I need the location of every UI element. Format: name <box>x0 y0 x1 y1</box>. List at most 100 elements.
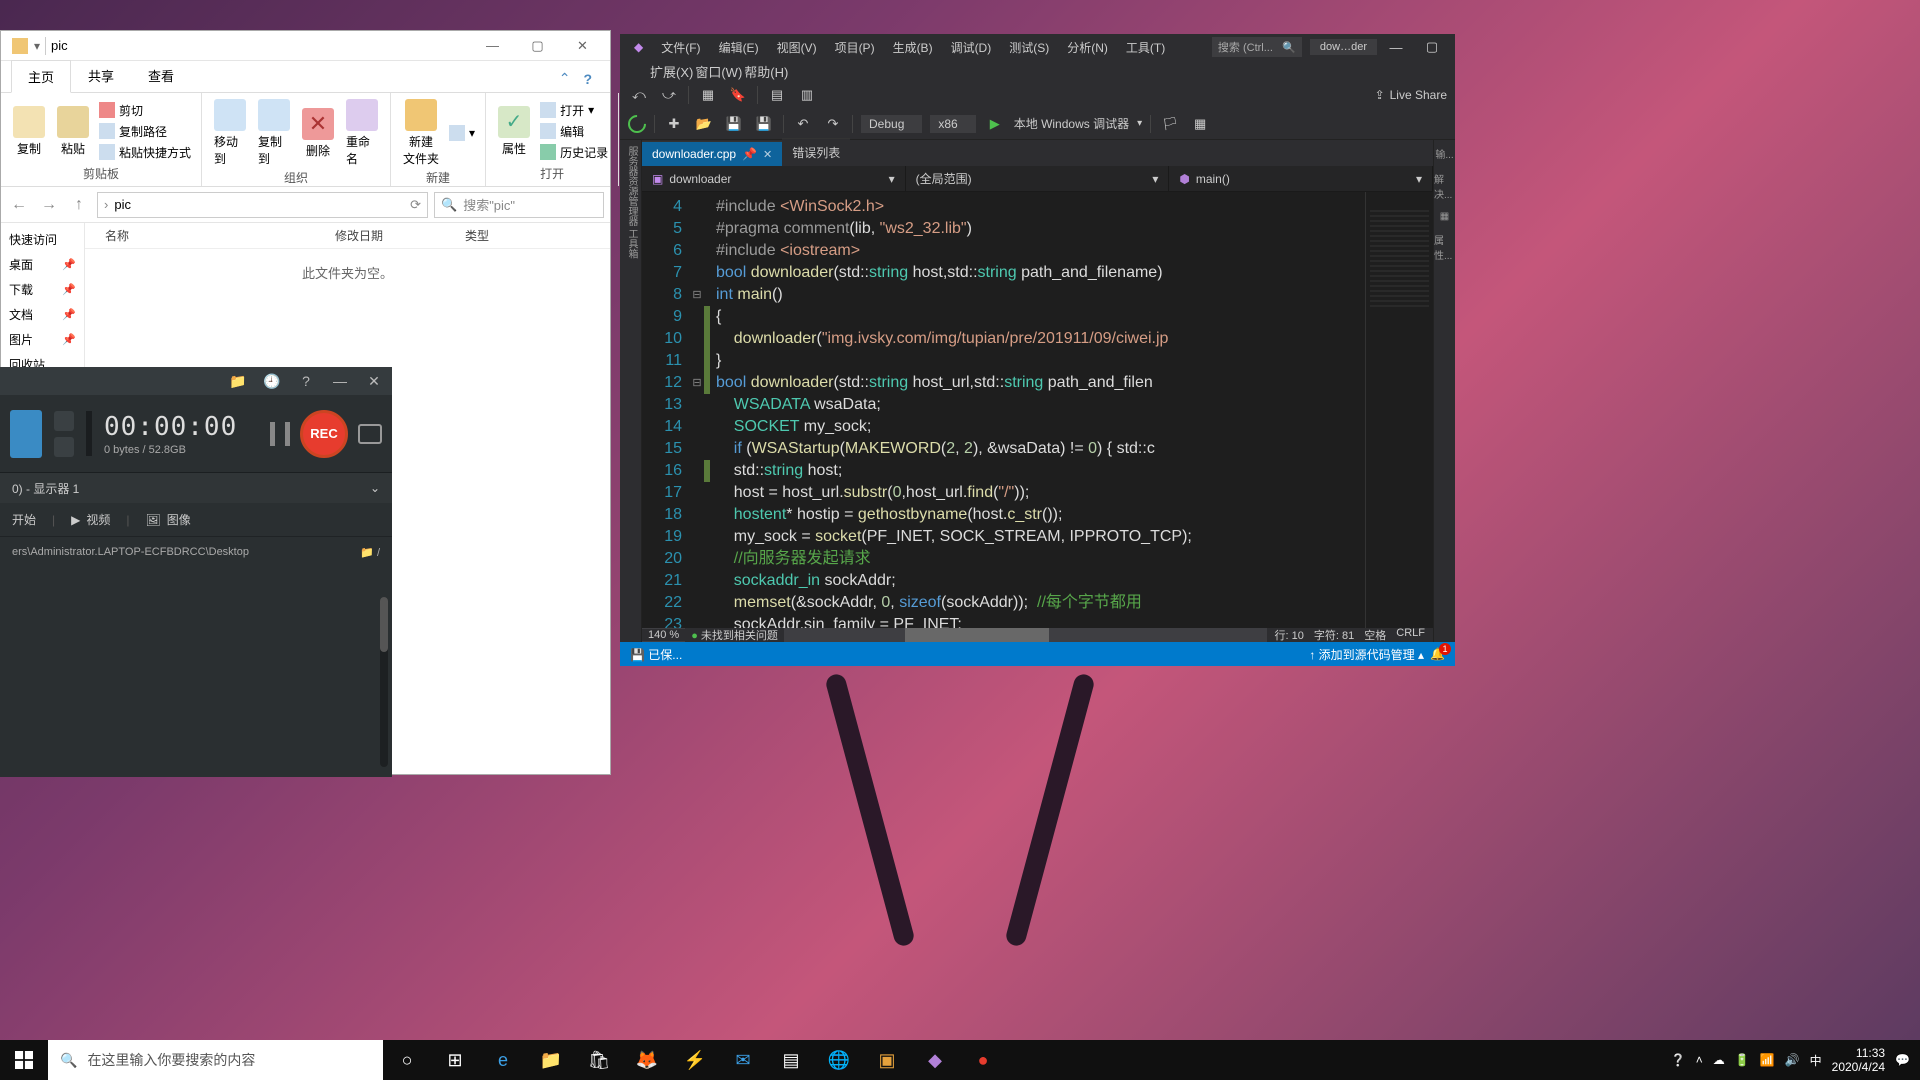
tray-volume-icon[interactable]: 🔊 <box>1785 1053 1800 1067</box>
cortana-icon[interactable]: ○ <box>383 1040 431 1080</box>
explorer-titlebar[interactable]: ▾ pic — ▢ ✕ <box>1 31 610 61</box>
pause-button[interactable] <box>270 422 290 446</box>
taskbar-store[interactable]: 🛍 <box>575 1040 623 1080</box>
tool-icon[interactable]: ▦ <box>697 84 719 106</box>
dd-project[interactable]: ▣downloader▾ <box>642 166 906 191</box>
copy-button[interactable]: 复制 <box>7 104 51 159</box>
rename-button[interactable]: 重命名 <box>340 97 384 169</box>
menu-window[interactable]: 窗口(W) <box>695 62 742 81</box>
copyto-button[interactable]: 复制到 <box>252 97 296 169</box>
menu-project[interactable]: 项目(P) <box>827 36 883 59</box>
dd-scope[interactable]: (全局范围)▾ <box>906 166 1170 191</box>
tab-downloader-cpp[interactable]: downloader.cpp📌✕ <box>642 141 782 166</box>
menu-help[interactable]: 帮助(H) <box>744 62 788 81</box>
undo-icon[interactable]: ↶ <box>792 113 814 135</box>
saveall-icon[interactable]: 💾 <box>753 113 775 135</box>
start-button[interactable] <box>0 1040 48 1080</box>
rec-display-row[interactable]: 0) - 显示器 1 ⌄ <box>0 473 392 503</box>
menu-edit[interactable]: 编辑(E) <box>711 36 767 59</box>
grid-icon[interactable]: ▦ <box>1189 113 1211 135</box>
run-button[interactable]: ▶ <box>984 113 1006 135</box>
config-select[interactable]: Debug <box>861 115 922 133</box>
scm-button[interactable]: ↑ 添加到源代码管理 ▴ <box>1309 646 1424 663</box>
nav-fwd-button[interactable]: → <box>37 193 61 217</box>
paste-button[interactable]: 粘贴 <box>51 104 95 159</box>
comment-icon[interactable]: ▤ <box>766 84 788 106</box>
notifications-icon[interactable]: 🔔 <box>1430 647 1445 661</box>
rec-scrollbar[interactable] <box>380 597 388 767</box>
rec-minimize-button[interactable]: — <box>328 369 352 393</box>
taskbar-visualstudio[interactable]: ◆ <box>911 1040 959 1080</box>
sidebar-pictures[interactable]: 图片📌 <box>1 327 84 352</box>
cut-button[interactable]: 剪切 <box>95 101 195 120</box>
bookmark-icon[interactable]: 🔖 <box>727 84 749 106</box>
tray-wifi-icon[interactable]: 📶 <box>1760 1053 1775 1067</box>
tray-ime[interactable]: 中 <box>1810 1052 1822 1069</box>
taskbar-recorder[interactable]: ● <box>959 1040 1007 1080</box>
tray-clock[interactable]: 11:33 2020/4/24 <box>1832 1046 1885 1074</box>
tray-chevron-icon[interactable]: ˄ <box>1696 1053 1703 1067</box>
new-icon[interactable]: ✚ <box>663 113 685 135</box>
history-button[interactable]: 历史记录 <box>536 143 612 162</box>
menu-extensions[interactable]: 扩展(X) <box>650 62 693 81</box>
col-type[interactable]: 类型 <box>445 227 509 244</box>
edit-button[interactable]: 编辑 <box>536 122 612 141</box>
menu-test[interactable]: 测试(S) <box>1001 36 1057 59</box>
zoom-level[interactable]: 140 % <box>642 629 685 641</box>
taskview-icon[interactable]: ⊞ <box>431 1040 479 1080</box>
newfolder-button[interactable]: 新建 文件夹 <box>397 97 445 169</box>
tab-errorlist[interactable]: 错误列表 <box>782 138 850 166</box>
nav-fwd-icon[interactable]: ⤻ <box>658 84 680 106</box>
taskbar-chrome[interactable]: 🌐 <box>815 1040 863 1080</box>
rec-tab-image[interactable]: 🖼图像 <box>146 511 191 528</box>
vs-solution-name[interactable]: dow…der <box>1310 39 1377 55</box>
taskbar-explorer[interactable]: 📁 <box>527 1040 575 1080</box>
chevron-down-icon[interactable]: ⌄ <box>370 481 380 495</box>
tab-home[interactable]: 主页 <box>11 60 71 93</box>
sidebar-quickaccess[interactable]: 快速访问 <box>1 227 84 252</box>
sidebar-downloads[interactable]: 下载📌 <box>1 277 84 302</box>
rec-output-path[interactable]: ers\Administrator.LAPTOP-ECFBDRCC\Deskto… <box>0 537 392 567</box>
save-icon[interactable]: 💾 <box>723 113 745 135</box>
indent-mode[interactable]: 空格 <box>1364 627 1386 643</box>
issues-text[interactable]: 未找到相关问题 <box>701 630 778 642</box>
taskbar-thunder[interactable]: ⚡ <box>671 1040 719 1080</box>
nav-up-button[interactable]: ↑ <box>67 193 91 217</box>
flag-icon[interactable]: 🏳 <box>1159 113 1181 135</box>
taskbar-firefox[interactable]: 🦊 <box>623 1040 671 1080</box>
taskbar-search[interactable]: 🔍在这里输入你要搜索的内容 <box>48 1040 383 1080</box>
menu-build[interactable]: 生成(B) <box>885 36 941 59</box>
h-scrollbar[interactable]: 140 % ● 未找到相关问题 行: 10 字符: 81 空格 CRLF <box>642 628 1433 642</box>
dd-func[interactable]: ⬢main()▾ <box>1169 166 1433 191</box>
open-icon[interactable]: 📂 <box>693 113 715 135</box>
vs-logo-icon[interactable]: ◆ <box>626 37 651 57</box>
rec-clock-icon[interactable]: 🕘 <box>260 369 284 393</box>
vs-search[interactable]: 搜索 (Ctrl...🔍 <box>1212 37 1302 57</box>
close-button[interactable]: ✕ <box>560 32 605 60</box>
code-editor[interactable]: 4567891011121314151617181920212223 ⊟⊟ #i… <box>642 192 1433 628</box>
taskbar-edge[interactable]: e <box>479 1040 527 1080</box>
menu-analyze[interactable]: 分析(N) <box>1059 36 1116 59</box>
rec-help-icon[interactable]: ? <box>294 369 318 393</box>
col-date[interactable]: 修改日期 <box>315 227 445 244</box>
vs-maximize-button[interactable]: ▢ <box>1415 35 1449 59</box>
pasteshortcut-button[interactable]: 粘贴快捷方式 <box>95 143 195 162</box>
menu-file[interactable]: 文件(F) <box>653 36 708 59</box>
tray-help-icon[interactable]: ❔ <box>1671 1053 1686 1067</box>
address-bar[interactable]: ›pic⟳ <box>97 192 428 218</box>
vs-minimize-button[interactable]: — <box>1379 35 1413 59</box>
rec-tab-video[interactable]: ▶视频 <box>71 511 110 528</box>
record-button[interactable]: REC <box>300 410 348 458</box>
rec-webcam-icon[interactable] <box>54 437 74 457</box>
collapse-ribbon-icon[interactable]: ⌃ <box>554 65 576 92</box>
taskbar-mail[interactable]: ✉ <box>719 1040 767 1080</box>
taskbar-app[interactable]: ▤ <box>767 1040 815 1080</box>
code-text[interactable]: #include <WinSock2.h> #pragma comment(li… <box>710 192 1365 628</box>
col-name[interactable]: 名称 <box>85 227 315 244</box>
maximize-button[interactable]: ▢ <box>515 32 560 60</box>
rec-mic-icon[interactable] <box>54 411 74 431</box>
tray-onedrive-icon[interactable]: ☁ <box>1713 1053 1725 1067</box>
tray-notifications-icon[interactable]: 💬 <box>1895 1053 1910 1067</box>
minimize-button[interactable]: — <box>470 32 515 60</box>
nav-back-button[interactable]: ← <box>7 193 31 217</box>
